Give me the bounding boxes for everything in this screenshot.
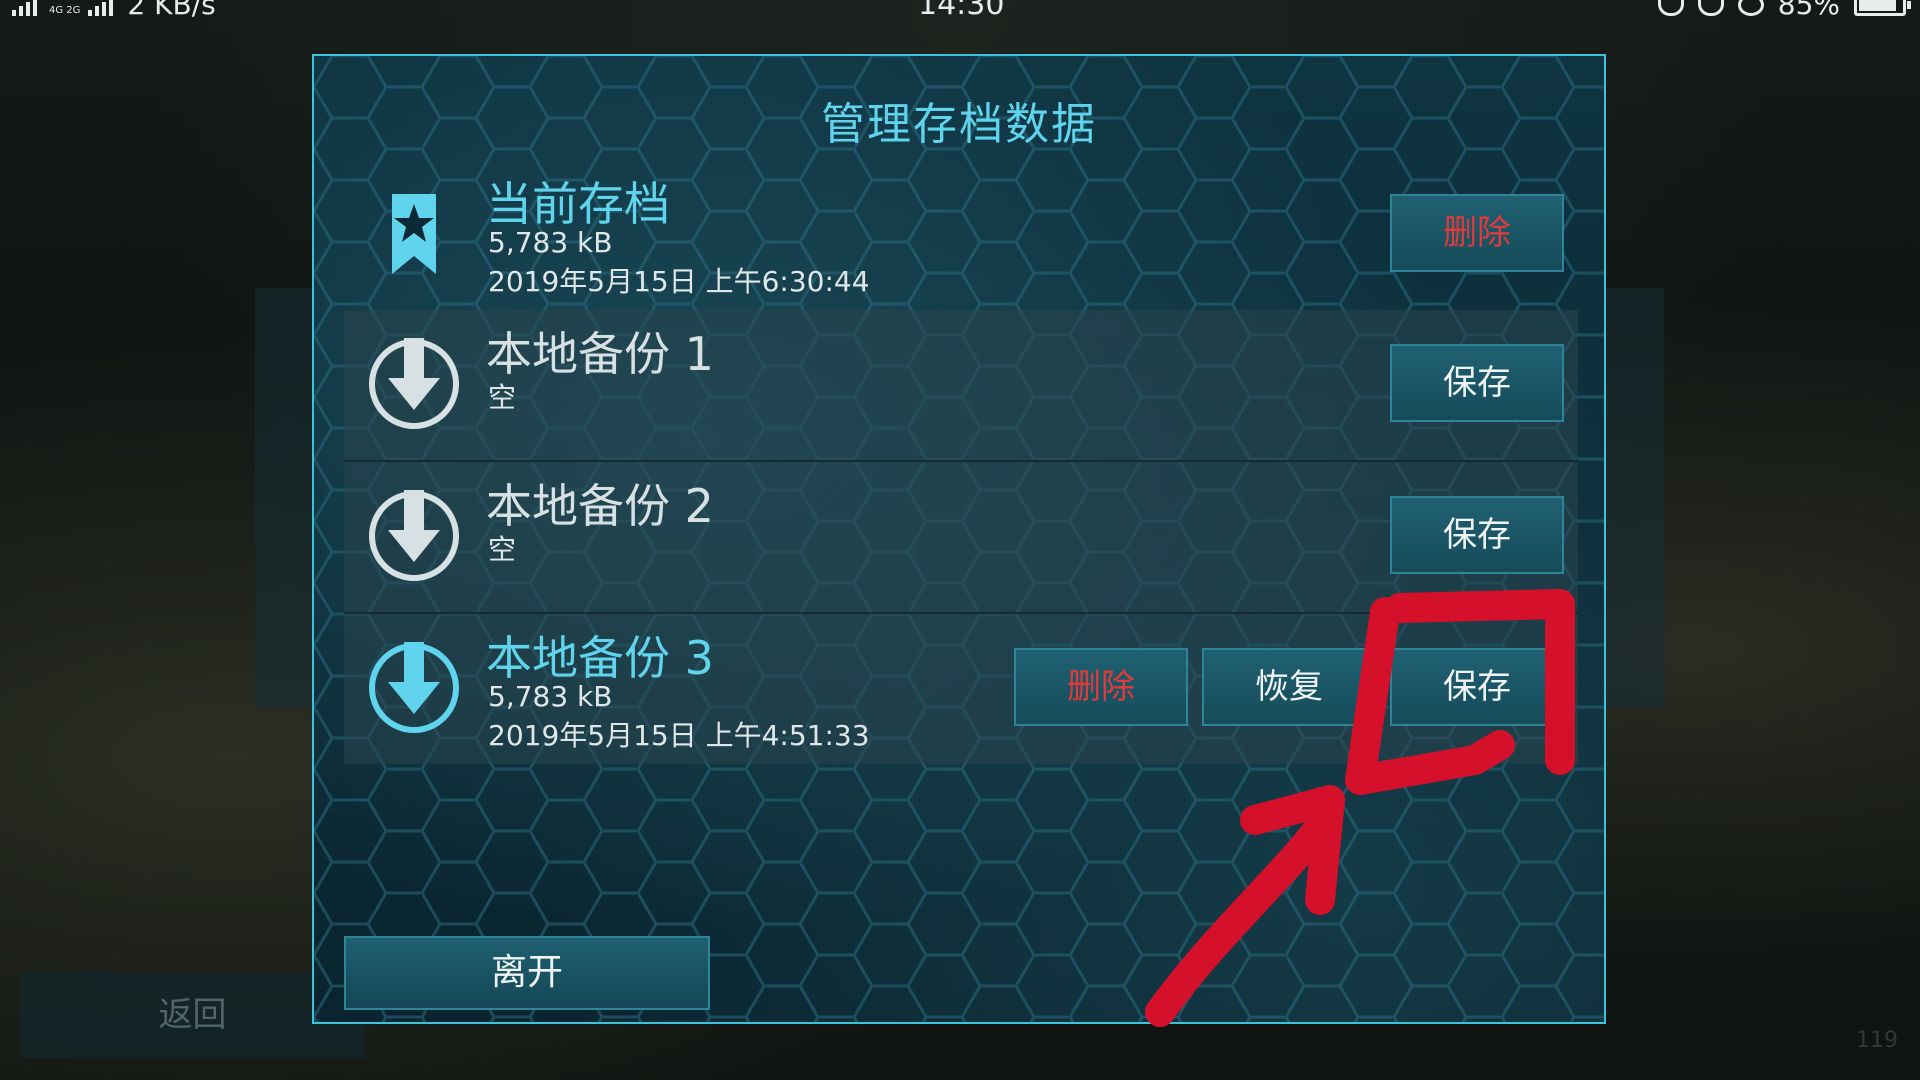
- backup-slot-3-save-button[interactable]: 保存: [1390, 648, 1564, 726]
- network-type: 4G 2G: [49, 5, 81, 16]
- network-speed: 2 KB/s: [127, 0, 216, 21]
- backup-slot-3-size: 5,783 kB: [488, 680, 613, 713]
- backup-slot-3-date: 2019年5月15日 上午4:51:33: [488, 719, 870, 752]
- bookmark-star-icon: [392, 194, 436, 274]
- backup-slot-1-row: 本地备份 1 空 保存: [344, 310, 1578, 462]
- backup-slot-2-title: 本地备份 2: [486, 479, 714, 533]
- signal-icon-2: [88, 0, 114, 16]
- backup-slot-3-row: 本地备份 3 5,783 kB 2019年5月15日 上午4:51:33 删除 …: [344, 614, 1578, 764]
- backup-slot-2-save-button[interactable]: 保存: [1390, 496, 1564, 574]
- backup-slot-1-save-button[interactable]: 保存: [1390, 344, 1564, 422]
- background-panel-right: [1600, 288, 1664, 708]
- alarm-icon: [1737, 0, 1764, 16]
- backup-slot-1-title: 本地备份 1: [486, 327, 714, 381]
- background-page-number: 119: [1856, 1028, 1898, 1053]
- download-arrow-icon: [369, 338, 459, 429]
- backup-slot-1-status: 空: [488, 381, 517, 414]
- manage-save-dialog: 管理存档数据 当前存档 5,783 kB 2019年5月15日 上午6:30:4…: [312, 54, 1606, 1024]
- backup-slot-3-title: 本地备份 3: [486, 631, 714, 685]
- current-save-delete-button[interactable]: 删除: [1390, 194, 1564, 272]
- battery-icon: [1854, 0, 1911, 16]
- status-bar: 4G 2G 2 KB/s 14:30 85%: [0, 0, 1920, 30]
- current-save-size: 5,783 kB: [488, 226, 613, 259]
- dialog-title: 管理存档数据: [821, 99, 1097, 150]
- backup-slot-3-restore-button[interactable]: 恢复: [1202, 648, 1376, 726]
- current-save-date: 2019年5月15日 上午6:30:44: [488, 265, 870, 298]
- download-arrow-icon: [369, 490, 459, 581]
- signal-icon: [12, 0, 37, 16]
- backup-slot-2-row: 本地备份 2 空 保存: [344, 462, 1578, 614]
- backup-slot-3-delete-button[interactable]: 删除: [1014, 648, 1188, 726]
- download-arrow-icon: [369, 642, 459, 733]
- rotation-lock-icon: [1697, 0, 1724, 16]
- backup-slot-2-status: 空: [488, 533, 517, 566]
- current-save-row: 当前存档 5,783 kB 2019年5月15日 上午6:30:44 删除: [344, 160, 1578, 310]
- background-panel-left: [255, 288, 315, 708]
- battery-percent: 85%: [1777, 0, 1840, 21]
- clock: 14:30: [918, 0, 1005, 22]
- current-save-title: 当前存档: [486, 177, 670, 231]
- vibrate-icon: [1657, 0, 1684, 16]
- leave-button[interactable]: 离开: [344, 936, 710, 1010]
